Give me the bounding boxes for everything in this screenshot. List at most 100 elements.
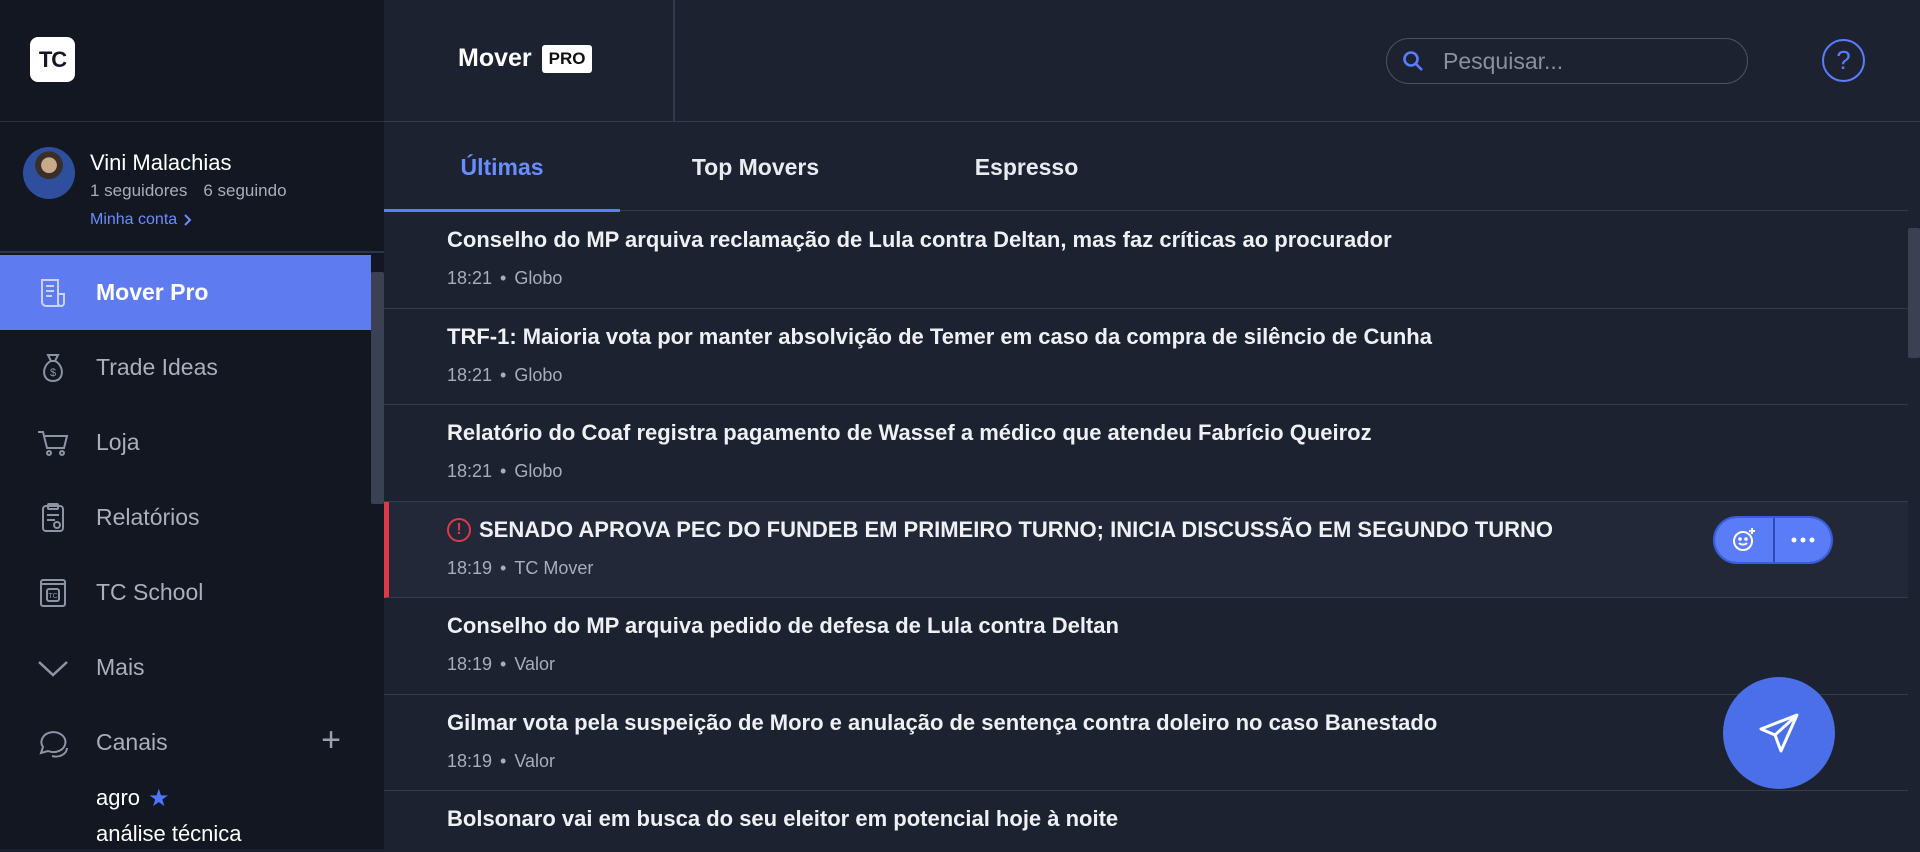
news-feed: Conselho do MP arquiva reclamação de Lul… bbox=[384, 212, 1908, 849]
add-reaction-button[interactable] bbox=[1715, 517, 1773, 562]
news-item[interactable]: Bolsonaro vai em busca do seu eleitor em… bbox=[384, 791, 1908, 849]
brand-name: Mover bbox=[458, 44, 532, 72]
channel-label: análise técnica bbox=[96, 821, 242, 846]
feed-tabs: Últimas Top Movers Espresso bbox=[384, 123, 1908, 212]
tab-espresso[interactable]: Espresso bbox=[891, 123, 1162, 211]
news-time: 18:19 bbox=[447, 557, 493, 578]
meta-separator: • bbox=[500, 461, 507, 481]
svg-text:$: $ bbox=[50, 367, 56, 379]
feed-scrollbar-thumb[interactable] bbox=[1908, 228, 1920, 358]
search-input[interactable] bbox=[1443, 47, 1723, 75]
school-icon: TC bbox=[36, 576, 70, 610]
search-box[interactable] bbox=[1386, 38, 1748, 84]
channel-item-analise-tecnica[interactable]: análise técnica bbox=[0, 816, 371, 852]
chevron-right-icon bbox=[184, 214, 192, 226]
brand: Mover PRO bbox=[458, 44, 593, 73]
feed-scrollbar[interactable] bbox=[1908, 212, 1920, 849]
news-meta: 18:19 • Valor bbox=[447, 751, 1908, 772]
news-meta: 18:21 • Globo bbox=[447, 461, 1908, 482]
news-title[interactable]: ! SENADO APROVA PEC DO FUNDEB EM PRIMEIR… bbox=[447, 517, 1908, 543]
sidebar-item-label: Canais bbox=[96, 729, 168, 755]
news-time: 18:21 bbox=[447, 461, 493, 481]
news-title-text: SENADO APROVA PEC DO FUNDEB EM PRIMEIRO … bbox=[479, 516, 1553, 542]
news-item[interactable]: Conselho do MP arquiva reclamação de Lul… bbox=[384, 212, 1908, 309]
profile-name[interactable]: Vini Malachias bbox=[90, 150, 231, 176]
sidebar: TC Vini Malachias 1 seguidores 6 seguind… bbox=[0, 0, 384, 849]
chevron-down-icon bbox=[36, 651, 70, 685]
profile-stats: 1 seguidores 6 seguindo bbox=[90, 181, 287, 201]
news-title[interactable]: Relatório do Coaf registra pagamento de … bbox=[447, 420, 1908, 446]
news-source: Valor bbox=[514, 750, 556, 771]
news-title[interactable]: Gilmar vota pela suspeição de Moro e anu… bbox=[447, 710, 1908, 736]
news-actions bbox=[1713, 515, 1833, 564]
money-bag-icon: $ bbox=[36, 351, 70, 385]
account-link-label: Minha conta bbox=[90, 211, 178, 228]
sidebar-item-loja[interactable]: Loja bbox=[0, 405, 371, 480]
avatar[interactable] bbox=[23, 147, 75, 199]
channel-item-agro[interactable]: agro ★ bbox=[0, 780, 371, 816]
news-item[interactable]: TRF-1: Maioria vota por manter absolviçã… bbox=[384, 309, 1908, 405]
alert-icon: ! bbox=[447, 517, 471, 542]
document-icon bbox=[36, 276, 70, 310]
news-item-alert[interactable]: ! SENADO APROVA PEC DO FUNDEB EM PRIMEIR… bbox=[384, 501, 1908, 598]
news-title[interactable]: Conselho do MP arquiva pedido de defesa … bbox=[447, 613, 1908, 639]
more-options-button[interactable] bbox=[1773, 517, 1831, 562]
logo-bar: TC bbox=[0, 0, 384, 122]
news-time: 18:21 bbox=[447, 268, 493, 288]
report-icon bbox=[36, 501, 70, 535]
news-source: Globo bbox=[514, 461, 563, 481]
cart-icon bbox=[36, 426, 70, 460]
sidebar-item-canais[interactable]: Canais + bbox=[0, 705, 371, 780]
sidebar-scrollbar[interactable] bbox=[371, 272, 384, 504]
tc-logo[interactable]: TC bbox=[30, 37, 75, 82]
news-title[interactable]: TRF-1: Maioria vota por manter absolviçã… bbox=[447, 324, 1908, 350]
send-post-button[interactable] bbox=[1723, 677, 1835, 789]
news-meta: 18:21 • Globo bbox=[447, 268, 1908, 289]
emoji-add-icon bbox=[1733, 527, 1755, 551]
news-meta: 18:21 • Globo bbox=[447, 365, 1908, 386]
news-item[interactable]: Relatório do Coaf registra pagamento de … bbox=[384, 405, 1908, 502]
more-icon bbox=[1791, 537, 1815, 542]
sidebar-item-label: TC School bbox=[96, 579, 204, 605]
search-icon bbox=[1403, 51, 1423, 71]
sidebar-item-label: Trade Ideas bbox=[96, 354, 218, 380]
profile-card: Vini Malachias 1 seguidores 6 seguindo M… bbox=[0, 122, 384, 253]
sidebar-item-label: Loja bbox=[96, 429, 140, 455]
tab-ultimas[interactable]: Últimas bbox=[384, 123, 620, 212]
following-count[interactable]: 6 seguindo bbox=[203, 181, 286, 201]
sidebar-item-relatorios[interactable]: Relatórios bbox=[0, 480, 371, 555]
news-source: Globo bbox=[514, 268, 563, 288]
sidebar-item-mover-pro[interactable]: Mover Pro bbox=[0, 255, 371, 330]
help-button[interactable]: ? bbox=[1822, 39, 1865, 82]
sidebar-nav: Mover Pro $ Trade Ideas Loja Relatórios … bbox=[0, 255, 371, 852]
news-title[interactable]: Bolsonaro vai em busca do seu eleitor em… bbox=[447, 806, 1908, 832]
news-source: Globo bbox=[514, 364, 563, 385]
account-link[interactable]: Minha conta bbox=[90, 211, 193, 229]
news-time: 18:19 bbox=[447, 654, 493, 674]
header-divider bbox=[673, 0, 675, 122]
sidebar-item-label: Mover Pro bbox=[96, 279, 209, 305]
news-meta: 18:19 • TC Mover bbox=[447, 558, 1908, 579]
svg-text:TC: TC bbox=[48, 593, 57, 600]
tab-top-movers[interactable]: Top Movers bbox=[620, 123, 891, 211]
news-item[interactable]: Gilmar vota pela suspeição de Moro e anu… bbox=[384, 695, 1908, 791]
sidebar-item-label: Mais bbox=[96, 654, 145, 680]
sidebar-item-tc-school[interactable]: TC TC School bbox=[0, 555, 371, 630]
send-icon bbox=[1759, 713, 1799, 753]
add-channel-button[interactable]: + bbox=[321, 723, 341, 757]
news-source: TC Mover bbox=[514, 557, 594, 578]
followers-count[interactable]: 1 seguidores bbox=[90, 181, 187, 201]
sidebar-item-mais[interactable]: Mais bbox=[0, 630, 371, 705]
meta-separator: • bbox=[500, 364, 507, 385]
sidebar-item-label: Relatórios bbox=[96, 504, 200, 530]
news-time: 18:21 bbox=[447, 364, 493, 385]
chat-icon bbox=[36, 726, 70, 760]
meta-separator: • bbox=[500, 557, 507, 578]
news-item[interactable]: Conselho do MP arquiva pedido de defesa … bbox=[384, 598, 1908, 695]
news-title[interactable]: Conselho do MP arquiva reclamação de Lul… bbox=[447, 227, 1908, 253]
sidebar-item-trade-ideas[interactable]: $ Trade Ideas bbox=[0, 330, 371, 405]
star-icon: ★ bbox=[148, 784, 170, 812]
meta-separator: • bbox=[500, 654, 507, 674]
news-time: 18:19 bbox=[447, 750, 493, 771]
pro-badge: PRO bbox=[541, 44, 593, 73]
